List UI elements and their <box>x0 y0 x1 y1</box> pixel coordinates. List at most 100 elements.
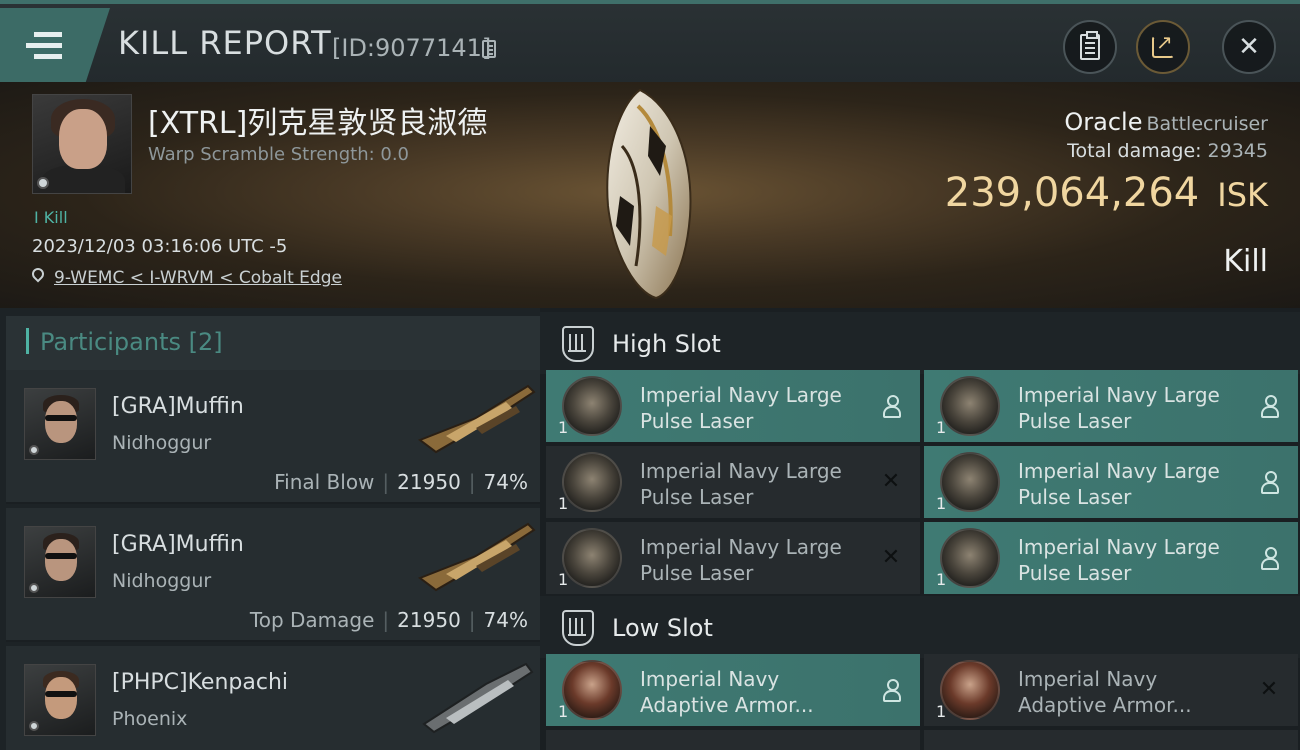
location-link[interactable]: 9-WEMC < I-WRVM < Cobalt Edge <box>54 268 342 288</box>
module-item[interactable]: 1 Imperial Navy Adaptive Armor... ✕ <box>924 654 1298 726</box>
participant-stats: Top Damage | 21950 | 74% <box>249 608 528 632</box>
person-icon <box>882 679 901 702</box>
isk-unit: ISK <box>1217 176 1268 214</box>
ship-name: Oracle <box>1064 108 1143 136</box>
module-item[interactable]: 1 Imperial Navy Large Pulse Laser <box>546 370 920 442</box>
module-quantity: 1 <box>558 702 569 721</box>
participants-header: Participants [2] <box>6 316 540 370</box>
high-slot-header: High Slot <box>540 312 1300 374</box>
destroyed-status: ✕ <box>880 468 902 494</box>
location-pin-icon <box>29 265 47 283</box>
pulse-laser-icon <box>940 528 1000 588</box>
module-quantity: 1 <box>936 570 947 589</box>
copy-id-icon[interactable] <box>482 40 496 58</box>
clipboard-button[interactable] <box>1063 20 1117 74</box>
kill-tag: I Kill <box>34 208 68 227</box>
victim-ship-image <box>606 88 692 300</box>
dropped-status <box>880 678 902 702</box>
total-damage: Total damage: 29345 <box>1067 140 1268 162</box>
module-item[interactable]: 1 Imperial Navy Large Pulse Laser ✕ <box>546 446 920 518</box>
close-icon: ✕ <box>1238 32 1260 62</box>
participant-avatar[interactable] <box>24 388 96 460</box>
pulse-laser-icon <box>940 452 1000 512</box>
adaptive-armor-icon <box>940 660 1000 720</box>
module-name: Imperial Navy Large Pulse Laser <box>1018 383 1220 433</box>
participant-card[interactable]: [GRA]Muffin Nidhoggur Top Damage | 21950 | 7… <box>6 508 540 642</box>
participant-card[interactable]: [PHPC]Kenpachi Phoenix <box>6 646 540 750</box>
corp-badge-icon <box>29 445 39 455</box>
module-quantity: 1 <box>936 494 947 513</box>
module-name: Imperial Navy Large Pulse Laser <box>1018 459 1220 509</box>
destroyed-x-icon: ✕ <box>881 468 901 494</box>
dropped-status <box>1258 394 1280 418</box>
module-item[interactable]: 1 Imperial Navy Large Pulse Laser <box>924 446 1298 518</box>
module-quantity: 1 <box>936 702 947 721</box>
adaptive-armor-icon <box>562 660 622 720</box>
total-damage-label: Total damage: <box>1067 140 1202 162</box>
victim-avatar[interactable] <box>32 94 132 194</box>
module-quantity: 1 <box>558 418 569 437</box>
low-slot-title: Low Slot <box>612 614 713 642</box>
pulse-laser-icon <box>562 452 622 512</box>
participant-name: [GRA]Muffin <box>112 532 244 557</box>
participants-title: Participants [2] <box>40 328 223 356</box>
pulse-laser-icon <box>940 376 1000 436</box>
module-name: Imperial Navy Large Pulse Laser <box>640 459 842 509</box>
share-button[interactable] <box>1136 20 1190 74</box>
high-slot-title: High Slot <box>612 330 721 358</box>
module-item-partial[interactable] <box>546 730 920 750</box>
module-item[interactable]: 1 Imperial Navy Large Pulse Laser <box>924 370 1298 442</box>
victim-panel: [XTRL]列克星敦贤良淑德 Warp Scramble Strength: 0… <box>0 82 1300 308</box>
module-name: Imperial Navy Large Pulse Laser <box>640 535 842 585</box>
participant-damage: 21950 <box>397 608 461 632</box>
module-name: Imperial Navy Large Pulse Laser <box>1018 535 1220 585</box>
victim-ship[interactable]: Oracle Battlecruiser <box>1064 108 1268 136</box>
participant-avatar[interactable] <box>24 664 96 736</box>
destroyed-x-icon: ✕ <box>1259 676 1279 702</box>
module-item[interactable]: 1 Imperial Navy Adaptive Armor... <box>546 654 920 726</box>
warp-scramble-strength: Warp Scramble Strength: 0.0 <box>148 144 410 165</box>
dropped-status <box>1258 470 1280 494</box>
close-button[interactable]: ✕ <box>1222 20 1276 74</box>
module-item[interactable]: 1 Imperial Navy Large Pulse Laser <box>924 522 1298 594</box>
low-slot-header: Low Slot <box>540 596 1300 658</box>
participant-ship: Nidhoggur <box>112 570 212 592</box>
victim-name[interactable]: [XTRL]列克星敦贤良淑德 <box>148 98 487 142</box>
dropped-status <box>1258 546 1280 570</box>
participant-stats: Final Blow | 21950 | 74% <box>274 470 528 494</box>
participant-percent: 74% <box>483 608 528 632</box>
module-item[interactable]: 1 Imperial Navy Large Pulse Laser ✕ <box>546 522 920 594</box>
menu-button[interactable] <box>0 8 110 82</box>
top-bar: KILL REPORT [ID:9077141] ✕ <box>0 0 1300 82</box>
dropped-status <box>880 394 902 418</box>
corp-badge-icon <box>29 583 39 593</box>
participant-ship-image <box>422 662 534 734</box>
isk-value: 239,064,264 ISK <box>945 170 1268 216</box>
destroyed-status: ✕ <box>880 545 902 570</box>
participant-card[interactable]: [GRA]Muffin Nidhoggur Final Blow | 21950 | 7… <box>6 370 540 504</box>
participant-percent: 74% <box>483 470 528 494</box>
participant-role: Top Damage <box>249 608 375 632</box>
participant-ship-image <box>417 522 536 592</box>
high-slot-icon <box>562 326 594 362</box>
corp-badge-icon <box>29 721 39 731</box>
module-item-partial[interactable] <box>924 730 1298 750</box>
participant-ship-image <box>417 384 536 454</box>
participant-damage: 21950 <box>397 470 461 494</box>
participant-ship: Nidhoggur <box>112 432 212 454</box>
participant-name: [PHPC]Kenpachi <box>112 670 289 695</box>
module-name: Imperial Navy Adaptive Armor... <box>1018 667 1192 717</box>
share-icon <box>1152 30 1174 58</box>
participant-avatar[interactable] <box>24 526 96 598</box>
participant-name: [GRA]Muffin <box>112 394 244 419</box>
module-name: Imperial Navy Large Pulse Laser <box>640 383 842 433</box>
isk-amount: 239,064,264 <box>944 170 1200 216</box>
module-quantity: 1 <box>936 418 947 437</box>
participant-role: Final Blow <box>274 470 375 494</box>
participants-panel: Participants [2] [GRA]Muffin Nidhoggur F… <box>0 308 540 750</box>
person-icon <box>882 395 901 418</box>
page-title: KILL REPORT <box>118 24 332 62</box>
module-name: Imperial Navy Adaptive Armor... <box>640 667 814 717</box>
module-quantity: 1 <box>558 494 569 513</box>
person-icon <box>1260 395 1279 418</box>
